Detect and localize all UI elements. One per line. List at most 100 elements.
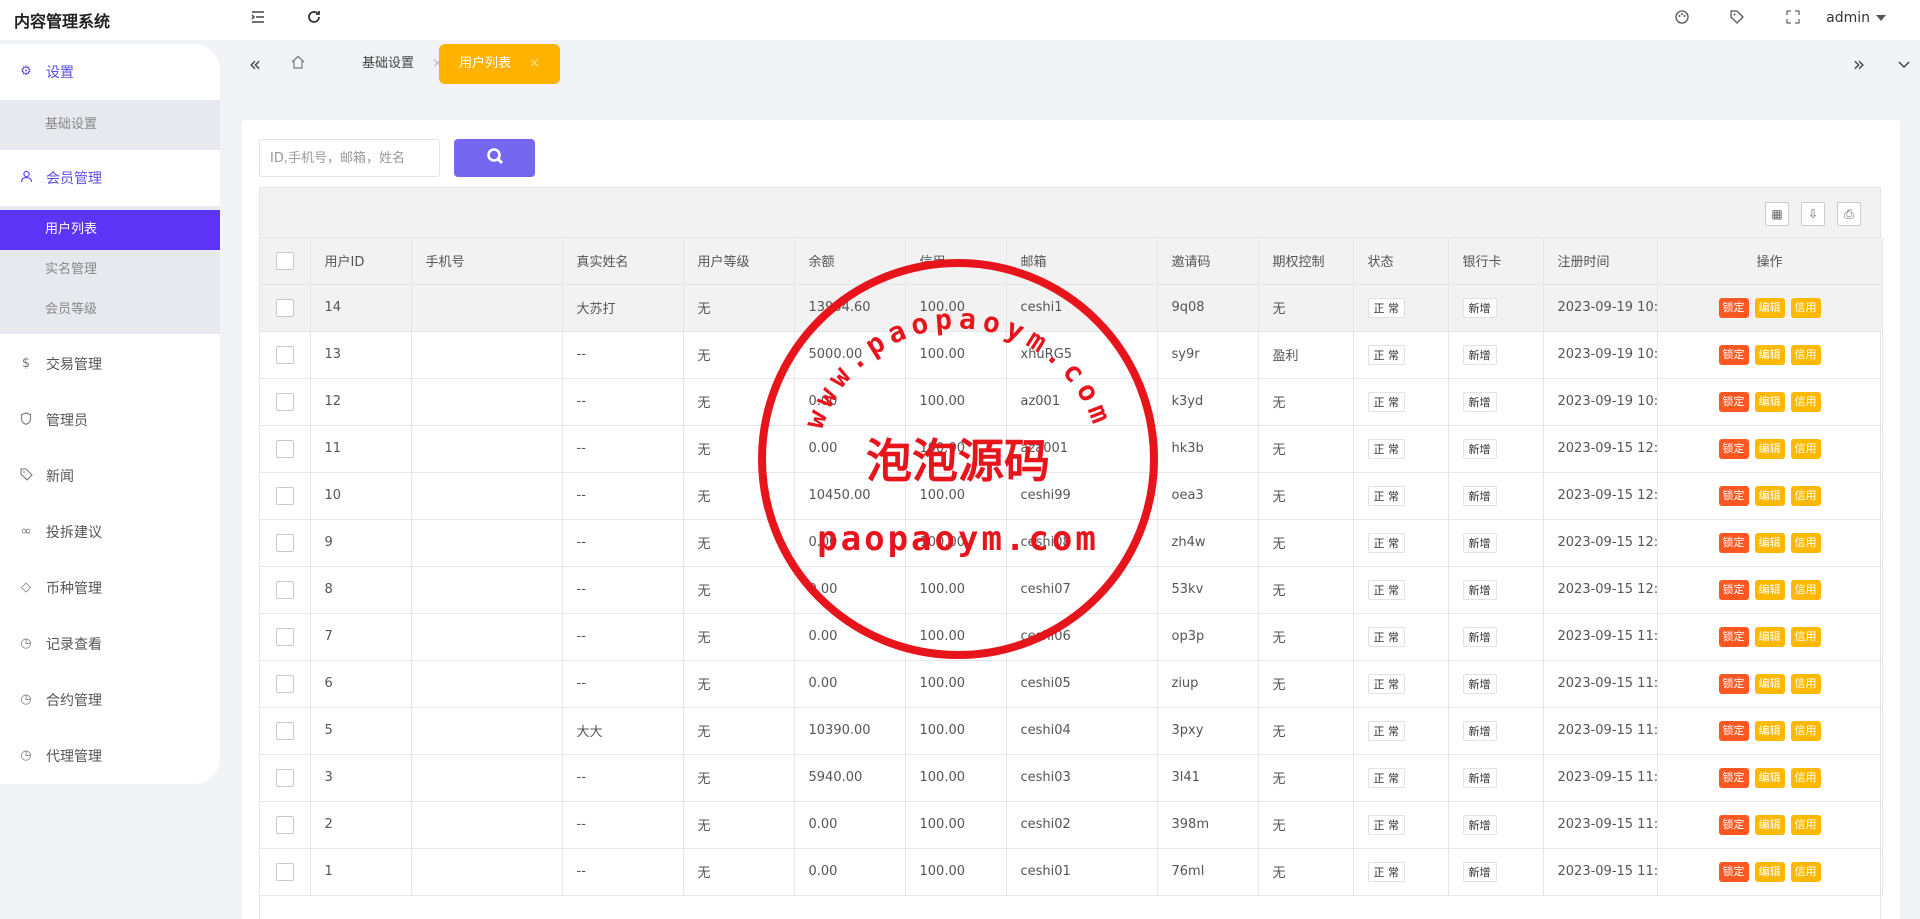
sidebar-item-news[interactable]: 新闻	[0, 456, 220, 496]
lock-button[interactable]: 锁定	[1718, 767, 1749, 788]
status-badge[interactable]: 正 常	[1367, 438, 1405, 459]
credit-button[interactable]: 信用	[1790, 485, 1821, 506]
edit-button[interactable]: 编辑	[1754, 532, 1785, 553]
credit-button[interactable]: 信用	[1790, 626, 1821, 647]
row-checkbox[interactable]	[275, 298, 294, 317]
col-header[interactable]: 用户ID	[310, 238, 412, 285]
edit-button[interactable]: 编辑	[1754, 438, 1785, 459]
tag-icon[interactable]	[1725, 8, 1749, 32]
sub-item-basic-settings[interactable]: 基础设置	[0, 105, 220, 145]
row-checkbox[interactable]	[275, 721, 294, 740]
edit-button[interactable]: 编辑	[1754, 767, 1785, 788]
row-checkbox[interactable]	[275, 486, 294, 505]
credit-button[interactable]: 信用	[1790, 438, 1821, 459]
col-header[interactable]: 余额	[794, 238, 906, 285]
edit-button[interactable]: 编辑	[1754, 814, 1785, 835]
row-checkbox[interactable]	[275, 345, 294, 364]
tabs-scroll-left-icon[interactable]: «	[243, 52, 267, 76]
row-checkbox[interactable]	[275, 627, 294, 646]
add-bank-button[interactable]: 新增	[1462, 297, 1497, 318]
edit-button[interactable]: 编辑	[1754, 626, 1785, 647]
add-bank-button[interactable]: 新增	[1462, 673, 1497, 694]
status-badge[interactable]: 正 常	[1367, 673, 1405, 694]
col-header[interactable]: 用户等级	[683, 238, 795, 285]
col-header[interactable]: 信用	[905, 238, 1007, 285]
edit-button[interactable]: 编辑	[1754, 485, 1785, 506]
add-bank-button[interactable]: 新增	[1462, 767, 1497, 788]
row-checkbox[interactable]	[275, 439, 294, 458]
palette-icon[interactable]	[1670, 8, 1694, 32]
col-header[interactable]: 邀请码	[1157, 238, 1259, 285]
credit-button[interactable]: 信用	[1790, 579, 1821, 600]
col-header[interactable]: 注册时间	[1543, 238, 1658, 285]
row-checkbox[interactable]	[275, 580, 294, 599]
credit-button[interactable]: 信用	[1790, 861, 1821, 882]
lock-button[interactable]: 锁定	[1718, 814, 1749, 835]
sub-item-real-name[interactable]: 实名管理	[0, 250, 220, 290]
home-icon[interactable]	[290, 54, 306, 75]
credit-button[interactable]: 信用	[1790, 767, 1821, 788]
add-bank-button[interactable]: 新增	[1462, 438, 1497, 459]
add-bank-button[interactable]: 新增	[1462, 579, 1497, 600]
status-badge[interactable]: 正 常	[1367, 767, 1405, 788]
lock-button[interactable]: 锁定	[1718, 297, 1749, 318]
lock-button[interactable]: 锁定	[1718, 673, 1749, 694]
status-badge[interactable]: 正 常	[1367, 297, 1405, 318]
lock-button[interactable]: 锁定	[1718, 391, 1749, 412]
col-header[interactable]: 期权控制	[1258, 238, 1354, 285]
row-checkbox[interactable]	[275, 768, 294, 787]
export-icon[interactable]: ⇩	[1801, 202, 1825, 226]
edit-button[interactable]: 编辑	[1754, 861, 1785, 882]
add-bank-button[interactable]: 新增	[1462, 861, 1497, 882]
credit-button[interactable]: 信用	[1790, 814, 1821, 835]
status-badge[interactable]: 正 常	[1367, 626, 1405, 647]
edit-button[interactable]: 编辑	[1754, 579, 1785, 600]
lock-button[interactable]: 锁定	[1718, 861, 1749, 882]
sub-item-member-level[interactable]: 会员等级	[0, 290, 220, 330]
col-header[interactable]: 邮箱	[1006, 238, 1158, 285]
sub-item-user-list[interactable]: 用户列表	[0, 210, 220, 250]
row-checkbox[interactable]	[275, 862, 294, 881]
sidebar-item-suggestions[interactable]: ∞ 投拆建议	[0, 512, 220, 552]
search-button[interactable]	[454, 139, 535, 177]
row-checkbox[interactable]	[275, 392, 294, 411]
menu-fold-icon[interactable]	[246, 8, 270, 32]
tab-user-list[interactable]: 用户列表 ×	[439, 44, 560, 84]
status-badge[interactable]: 正 常	[1367, 485, 1405, 506]
search-input[interactable]	[259, 139, 440, 177]
row-checkbox[interactable]	[275, 533, 294, 552]
row-checkbox[interactable]	[275, 815, 294, 834]
edit-button[interactable]: 编辑	[1754, 297, 1785, 318]
credit-button[interactable]: 信用	[1790, 391, 1821, 412]
lock-button[interactable]: 锁定	[1718, 485, 1749, 506]
sidebar-item-contracts[interactable]: ◷ 合约管理	[0, 680, 220, 720]
status-badge[interactable]: 正 常	[1367, 532, 1405, 553]
sidebar-item-records[interactable]: ◷ 记录查看	[0, 624, 220, 664]
user-menu[interactable]: admin	[1826, 10, 1886, 26]
col-header[interactable]: 状态	[1353, 238, 1449, 285]
tab-close-icon[interactable]: ×	[529, 56, 540, 71]
credit-button[interactable]: 信用	[1790, 673, 1821, 694]
sidebar-item-currency[interactable]: ◇ 币种管理	[0, 568, 220, 608]
credit-button[interactable]: 信用	[1790, 344, 1821, 365]
edit-button[interactable]: 编辑	[1754, 673, 1785, 694]
add-bank-button[interactable]: 新增	[1462, 391, 1497, 412]
lock-button[interactable]: 锁定	[1718, 720, 1749, 741]
add-bank-button[interactable]: 新增	[1462, 720, 1497, 741]
lock-button[interactable]: 锁定	[1718, 438, 1749, 459]
add-bank-button[interactable]: 新增	[1462, 814, 1497, 835]
lock-button[interactable]: 锁定	[1718, 532, 1749, 553]
add-bank-button[interactable]: 新增	[1462, 344, 1497, 365]
status-badge[interactable]: 正 常	[1367, 344, 1405, 365]
status-badge[interactable]: 正 常	[1367, 391, 1405, 412]
sidebar-item-settings[interactable]: ⚙ 设置	[0, 52, 220, 92]
credit-button[interactable]: 信用	[1790, 297, 1821, 318]
select-all-checkbox[interactable]	[275, 251, 294, 270]
credit-button[interactable]: 信用	[1790, 720, 1821, 741]
status-badge[interactable]: 正 常	[1367, 579, 1405, 600]
row-checkbox[interactable]	[275, 674, 294, 693]
add-bank-button[interactable]: 新增	[1462, 626, 1497, 647]
col-header[interactable]: 银行卡	[1448, 238, 1544, 285]
edit-button[interactable]: 编辑	[1754, 344, 1785, 365]
columns-filter-icon[interactable]: ▦	[1765, 202, 1789, 226]
